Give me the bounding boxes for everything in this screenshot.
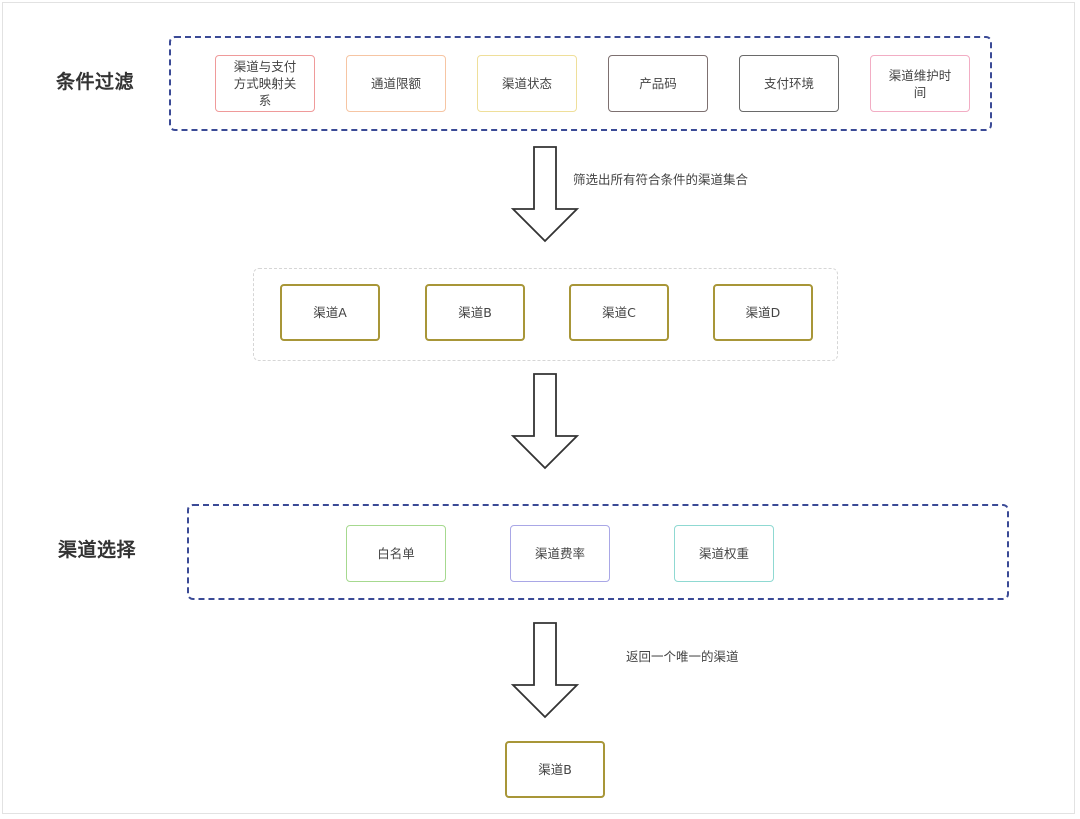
filter-node-channel-status[interactable]: 渠道状态 [477, 55, 577, 112]
filter-node-channel-maintenance-time[interactable]: 渠道维护时 间 [870, 55, 970, 112]
filter-node-payment-environment[interactable]: 支付环境 [739, 55, 839, 112]
down-arrow-icon [510, 146, 580, 243]
filter-node-product-code[interactable]: 产品码 [608, 55, 708, 112]
selection-node-channel-weight[interactable]: 渠道权重 [674, 525, 774, 582]
result-channel-b[interactable]: 渠道B [505, 741, 605, 798]
candidate-channel-a[interactable]: 渠道A [280, 284, 380, 341]
selection-node-whitelist[interactable]: 白名单 [346, 525, 446, 582]
down-arrow-icon [510, 373, 580, 470]
down-arrow-icon [510, 622, 580, 719]
down-arrow-3 [510, 622, 580, 719]
arrow-1-annotation: 筛选出所有符合条件的渠道集合 [573, 172, 749, 187]
filter-node-channel-limit[interactable]: 通道限额 [346, 55, 446, 112]
filter-section-label: 条件过滤 [56, 71, 135, 93]
arrow-3-annotation: 返回一个唯一的渠道 [626, 649, 739, 664]
candidate-channel-b[interactable]: 渠道B [425, 284, 525, 341]
candidate-channel-d[interactable]: 渠道D [713, 284, 813, 341]
down-arrow-2 [510, 373, 580, 470]
selection-node-channel-rate[interactable]: 渠道费率 [510, 525, 610, 582]
filter-node-channel-payment-mapping[interactable]: 渠道与支付 方式映射关 系 [215, 55, 315, 112]
candidate-channel-c[interactable]: 渠道C [569, 284, 669, 341]
selection-section-label: 渠道选择 [58, 539, 137, 561]
down-arrow-1 [510, 146, 580, 243]
